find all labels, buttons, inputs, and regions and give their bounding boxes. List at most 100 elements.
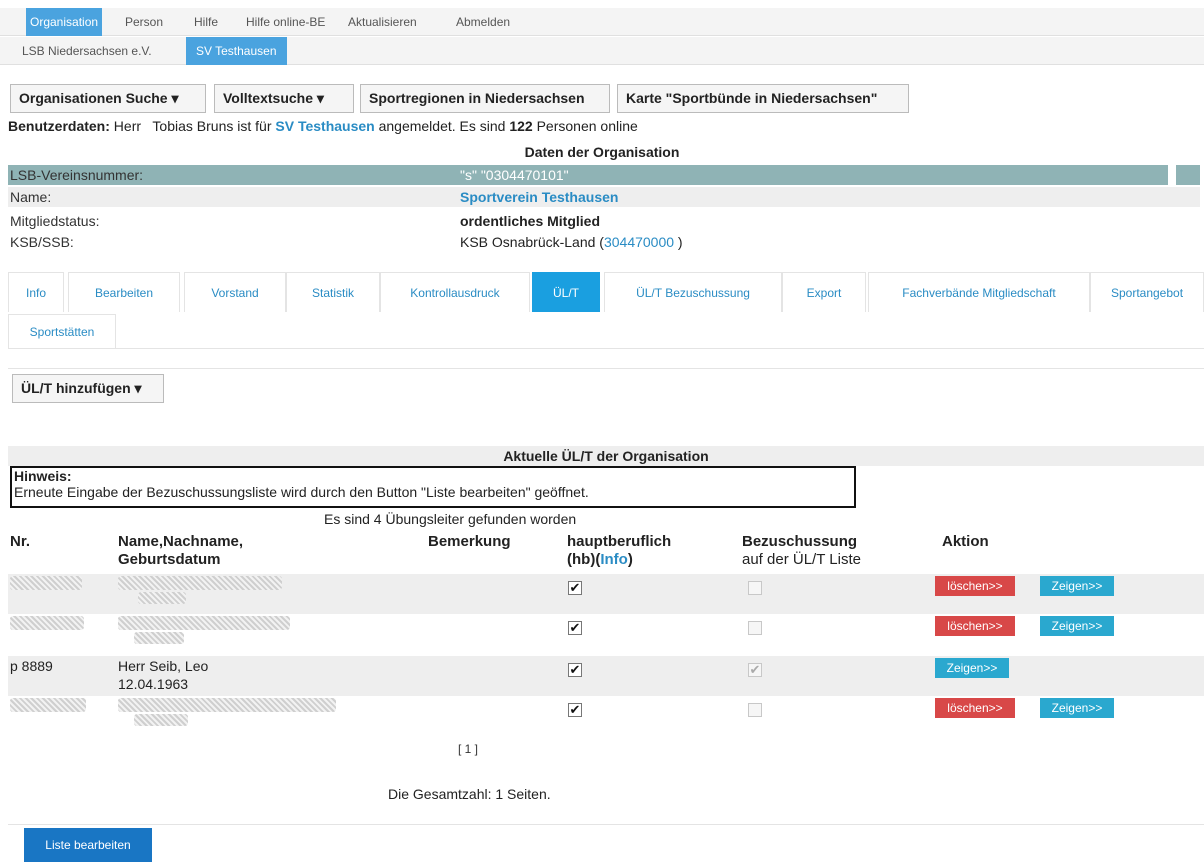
org-label-name: Name:: [10, 189, 52, 205]
user-info: Benutzerdaten: Herr Tobias Bruns ist für…: [8, 118, 638, 134]
redacted-nr: [10, 698, 86, 712]
col-bez-line1: Bezuschussung: [742, 533, 858, 550]
redacted-name: [118, 616, 290, 630]
org-label-number: LSB-Vereinsnummer:: [10, 167, 144, 183]
row-nr: p 8889: [10, 658, 53, 674]
edit-list-button[interactable]: Liste bearbeiten: [24, 828, 152, 862]
user-text-2: angemeldet. Es sind: [374, 118, 510, 134]
footer-divider: [8, 824, 1204, 825]
redacted-name: [118, 698, 336, 712]
col-action: Aktion: [942, 533, 989, 550]
org-value-number: "s" "0304470101": [460, 167, 569, 183]
total-pages-text: Die Gesamtzahl: 1 Seiten.: [388, 786, 551, 802]
redacted-name: [118, 576, 282, 590]
hint-text: Erneute Eingabe der Bezuschussungsliste …: [14, 484, 589, 500]
col-hb-line2: (hb)(: [567, 551, 601, 568]
tab-kontrollausdruck[interactable]: Kontrollausdruck: [380, 272, 530, 312]
nav-organisation[interactable]: Organisation: [26, 8, 103, 36]
tab-ult[interactable]: ÜL/T: [532, 272, 600, 312]
tab-statistik[interactable]: Statistik: [286, 272, 380, 312]
nav-hilfe[interactable]: Hilfe: [190, 8, 222, 36]
col-name-line1: Name,Nachname,: [118, 533, 244, 550]
tab-bearbeiten[interactable]: Bearbeiten: [68, 272, 180, 312]
org-value-ksb: KSB Osnabrück-Land (304470000 ): [460, 232, 683, 252]
tab-fachverbaende[interactable]: Fachverbände Mitgliedschaft: [868, 272, 1090, 312]
col-hb-line3: ): [627, 551, 633, 568]
tab-divider: [8, 348, 1204, 349]
tab-sportstaetten[interactable]: Sportstätten: [8, 314, 116, 348]
org-label-ksb: KSB/SSB:: [10, 234, 74, 250]
org-value-name[interactable]: Sportverein Testhausen: [460, 187, 618, 207]
org-row-separator: [1168, 165, 1176, 185]
col-nr: Nr.: [10, 533, 31, 550]
org-value-status: ordentliches Mitglied: [460, 213, 601, 229]
nav-abmelden[interactable]: Abmelden: [452, 8, 514, 36]
pagination[interactable]: [ 1 ]: [458, 742, 478, 756]
map-button[interactable]: Karte "Sportbünde in Niedersachsen": [617, 84, 909, 113]
nav-hilfe-online[interactable]: Hilfe online-BE: [242, 8, 329, 36]
col-hb: hauptberuflich (hb)(Info): [567, 533, 671, 569]
redacted-dob: [134, 714, 188, 726]
hint-box: Hinweis: Erneute Eingabe der Bezuschussu…: [10, 466, 856, 508]
bez-checkbox: [748, 621, 762, 635]
redacted-nr: [10, 576, 82, 590]
show-button[interactable]: Zeigen>>: [1040, 698, 1114, 718]
add-ult-dropdown[interactable]: ÜL/T hinzufügen ▾: [12, 374, 164, 403]
hint-title: Hinweis:: [14, 468, 72, 484]
subnav-lsb[interactable]: LSB Niedersachsen e.V.: [22, 37, 152, 65]
section-title: Aktuelle ÜL/T der Organisation: [8, 446, 1204, 466]
org-search-dropdown[interactable]: Organisationen Suche ▾: [10, 84, 206, 113]
user-text-1: Herr Tobias Bruns ist für: [109, 118, 276, 134]
org-nav: LSB Niedersachsen e.V. SV Testhausen: [0, 37, 1204, 65]
hb-checkbox[interactable]: ✔: [568, 621, 582, 635]
org-data-title: Daten der Organisation: [524, 144, 680, 160]
ksb-number-link[interactable]: 304470000: [604, 234, 674, 250]
user-org-link[interactable]: SV Testhausen: [275, 118, 374, 134]
redacted-dob: [138, 592, 186, 604]
tab-vorstand[interactable]: Vorstand: [184, 272, 286, 312]
table-row: ✔ löschen>> Zeigen>>: [8, 696, 1204, 736]
divider: [8, 368, 1204, 369]
redacted-nr: [10, 616, 84, 630]
nav-person[interactable]: Person: [121, 8, 167, 36]
delete-button[interactable]: löschen>>: [935, 698, 1015, 718]
user-text-3: Personen online: [532, 118, 638, 134]
delete-button[interactable]: löschen>>: [935, 616, 1015, 636]
fulltext-search-dropdown[interactable]: Volltextsuche ▾: [214, 84, 354, 113]
bez-checkbox: [748, 703, 762, 717]
row-dob: 12.04.1963: [118, 676, 189, 692]
user-label: Benutzerdaten:: [8, 118, 110, 134]
col-hb-line1: hauptberuflich: [567, 533, 672, 550]
tab-sportangebot[interactable]: Sportangebot: [1090, 272, 1204, 312]
table-row: p 8889 Herr Seib, Leo 12.04.1963 ✔ ✔ Zei…: [8, 656, 1204, 696]
tab-ult-bezuschussung[interactable]: ÜL/T Bezuschussung: [604, 272, 782, 312]
org-row-ksb: KSB/SSB: KSB Osnabrück-Land (304470000 ): [8, 232, 1200, 252]
ksb-suffix: ): [674, 234, 683, 250]
tab-info[interactable]: Info: [8, 272, 64, 312]
ksb-prefix: KSB Osnabrück-Land (: [460, 234, 604, 250]
main-nav: Organisation Person Hilfe Hilfe online-B…: [0, 8, 1204, 36]
hb-checkbox[interactable]: ✔: [568, 703, 582, 717]
hb-checkbox[interactable]: ✔: [568, 663, 582, 677]
org-label-status: Mitgliedstatus:: [10, 213, 100, 229]
found-count-text: Es sind 4 Übungsleiter gefunden worden: [324, 511, 577, 527]
col-name: Name,Nachname, Geburtsdatum: [118, 533, 243, 569]
show-button[interactable]: Zeigen>>: [1040, 576, 1114, 596]
hb-info-link[interactable]: Info: [600, 551, 628, 568]
col-bez: Bezuschussung auf der ÜL/T Liste: [742, 533, 861, 569]
tab-export[interactable]: Export: [782, 272, 866, 312]
bez-checkbox: [748, 581, 762, 595]
bez-checkbox: ✔: [748, 662, 762, 677]
show-button[interactable]: Zeigen>>: [935, 658, 1009, 678]
delete-button[interactable]: löschen>>: [935, 576, 1015, 596]
table-row: ✔ löschen>> Zeigen>>: [8, 574, 1204, 614]
row-name: Herr Seib, Leo: [118, 658, 209, 674]
sportregions-button[interactable]: Sportregionen in Niedersachsen: [360, 84, 610, 113]
show-button[interactable]: Zeigen>>: [1040, 616, 1114, 636]
online-count: 122: [509, 118, 533, 134]
subnav-sv-testhausen[interactable]: SV Testhausen: [186, 37, 287, 65]
org-row-status: Mitgliedstatus: ordentliches Mitglied: [8, 211, 1200, 231]
nav-aktualisieren[interactable]: Aktualisieren: [344, 8, 421, 36]
hb-checkbox[interactable]: ✔: [568, 581, 582, 595]
col-remark: Bemerkung: [428, 533, 511, 550]
